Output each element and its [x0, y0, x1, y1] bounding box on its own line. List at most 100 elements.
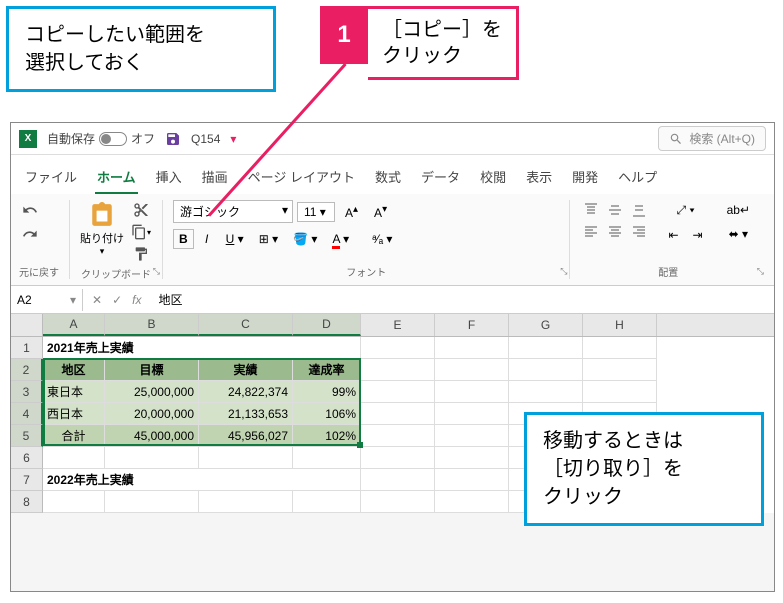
- cell[interactable]: 達成率: [293, 359, 361, 381]
- cell[interactable]: 102%: [293, 425, 361, 447]
- tab-home[interactable]: ホーム: [95, 163, 138, 194]
- align-left-button[interactable]: [580, 222, 602, 242]
- paste-button[interactable]: 貼り付け ▾: [80, 200, 124, 257]
- cell[interactable]: 目標: [105, 359, 199, 381]
- dialog-launcher-icon[interactable]: ⤡: [560, 266, 567, 277]
- border-button[interactable]: ⊞ ▾: [253, 229, 284, 249]
- align-top-button[interactable]: [580, 200, 602, 220]
- ribbon-group-font: 游ゴシック▾ 11 ▾ A▴ A▾ B I U ▾ ⊞ ▾ 🪣 ▾ A ▾ ᵃ⁄…: [173, 200, 570, 279]
- enter-formula-icon[interactable]: ✓: [109, 293, 125, 307]
- redo-button[interactable]: [19, 224, 41, 244]
- undo-icon: [22, 202, 38, 218]
- col-header-C[interactable]: C: [199, 314, 293, 336]
- ribbon: 元に戻す 貼り付け ▾ ▾ クリップボード ⤡ 游ゴシ: [11, 194, 774, 286]
- ribbon-group-clipboard: 貼り付け ▾ ▾ クリップボード ⤡: [80, 200, 163, 279]
- phonetic-button[interactable]: ᵃ⁄ₐ ▾: [366, 229, 398, 249]
- font-name-select[interactable]: 游ゴシック▾: [173, 200, 293, 223]
- step-text: ［コピー］を クリック: [368, 6, 519, 80]
- col-header-G[interactable]: G: [509, 314, 583, 336]
- tab-insert[interactable]: 挿入: [154, 163, 184, 194]
- fill-color-button[interactable]: 🪣 ▾: [287, 229, 323, 249]
- align-top-icon: [583, 202, 599, 218]
- save-icon[interactable]: [165, 131, 181, 147]
- row-header-2[interactable]: 2: [11, 359, 43, 381]
- align-middle-icon: [607, 202, 623, 218]
- cut-button[interactable]: [130, 200, 152, 220]
- col-header-F[interactable]: F: [435, 314, 509, 336]
- row-header-6[interactable]: 6: [11, 447, 43, 469]
- tab-draw[interactable]: 描画: [200, 163, 230, 194]
- scissors-icon: [133, 202, 149, 218]
- increase-indent-button[interactable]: ⇥: [687, 225, 709, 245]
- dialog-launcher-icon[interactable]: ⤡: [153, 266, 160, 277]
- copy-button[interactable]: ▾: [130, 222, 152, 242]
- italic-button[interactable]: I: [197, 229, 217, 249]
- col-header-B[interactable]: B: [105, 314, 199, 336]
- align-middle-button[interactable]: [604, 200, 626, 220]
- cell[interactable]: 西日本: [43, 403, 105, 425]
- cell[interactable]: 2021年売上実績: [43, 337, 361, 359]
- undo-button[interactable]: [19, 200, 41, 220]
- cell[interactable]: 99%: [293, 381, 361, 403]
- row-header-1[interactable]: 1: [11, 337, 43, 359]
- format-painter-button[interactable]: [130, 244, 152, 264]
- tab-review[interactable]: 校閲: [478, 163, 508, 194]
- underline-button[interactable]: U ▾: [220, 229, 250, 249]
- bold-button[interactable]: B: [173, 229, 194, 249]
- cell[interactable]: 45,000,000: [105, 425, 199, 447]
- select-all-corner[interactable]: [11, 314, 43, 336]
- merge-center-button[interactable]: ⬌ ▾: [721, 224, 756, 244]
- cell[interactable]: 45,956,027: [199, 425, 293, 447]
- fill-color-icon: 🪣: [293, 232, 308, 246]
- cell[interactable]: 合計: [43, 425, 105, 447]
- align-right-icon: [631, 224, 647, 240]
- col-header-E[interactable]: E: [361, 314, 435, 336]
- cell[interactable]: 25,000,000: [105, 381, 199, 403]
- decrease-font-button[interactable]: A▾: [368, 201, 393, 223]
- align-right-button[interactable]: [628, 222, 650, 242]
- name-box[interactable]: A2▾: [11, 289, 83, 311]
- wrap-text-button[interactable]: ab↵: [721, 200, 756, 220]
- orientation-button[interactable]: ⤢ ▾: [662, 200, 708, 221]
- tab-formulas[interactable]: 数式: [373, 163, 403, 194]
- decrease-indent-button[interactable]: ⇤: [662, 225, 684, 245]
- title-bar: X 自動保存 オフ Q154 ▾ 検索 (Alt+Q): [11, 123, 774, 155]
- col-header-H[interactable]: H: [583, 314, 657, 336]
- toggle-switch-icon: [99, 132, 127, 146]
- search-input[interactable]: 検索 (Alt+Q): [658, 126, 766, 151]
- row-header-3[interactable]: 3: [11, 381, 43, 403]
- cell[interactable]: 24,822,374: [199, 381, 293, 403]
- tab-developer[interactable]: 開発: [570, 163, 600, 194]
- align-center-button[interactable]: [604, 222, 626, 242]
- row-header-7[interactable]: 7: [11, 469, 43, 491]
- row-header-5[interactable]: 5: [11, 425, 43, 447]
- cell[interactable]: 20,000,000: [105, 403, 199, 425]
- cell[interactable]: 地区: [43, 359, 105, 381]
- col-header-A[interactable]: A: [43, 314, 105, 336]
- increase-font-button[interactable]: A▴: [339, 201, 364, 223]
- align-bottom-button[interactable]: [628, 200, 650, 220]
- col-header-D[interactable]: D: [293, 314, 361, 336]
- cell[interactable]: 東日本: [43, 381, 105, 403]
- row-header-8[interactable]: 8: [11, 491, 43, 513]
- cell[interactable]: 2022年売上実績: [43, 469, 361, 491]
- font-color-button[interactable]: A ▾: [326, 229, 355, 249]
- cell[interactable]: 実績: [199, 359, 293, 381]
- tab-file[interactable]: ファイル: [23, 163, 79, 194]
- tab-help[interactable]: ヘルプ: [616, 163, 659, 194]
- dialog-launcher-icon[interactable]: ⤡: [757, 266, 764, 277]
- fx-icon[interactable]: fx: [129, 293, 144, 307]
- tab-pagelayout[interactable]: ページ レイアウト: [246, 163, 357, 194]
- tab-view[interactable]: 表示: [524, 163, 554, 194]
- chevron-down-icon[interactable]: ▾: [230, 132, 236, 146]
- autosave-toggle[interactable]: 自動保存 オフ: [47, 130, 155, 147]
- cell[interactable]: 106%: [293, 403, 361, 425]
- font-size-select[interactable]: 11 ▾: [297, 202, 335, 222]
- tab-data[interactable]: データ: [419, 163, 462, 194]
- align-left-icon: [583, 224, 599, 240]
- cancel-formula-icon[interactable]: ✕: [89, 293, 105, 307]
- row-header-4[interactable]: 4: [11, 403, 43, 425]
- callout-cut-hint: 移動するときは ［切り取り］を クリック: [524, 412, 764, 526]
- formula-input[interactable]: 地区: [150, 287, 774, 312]
- cell[interactable]: 21,133,653: [199, 403, 293, 425]
